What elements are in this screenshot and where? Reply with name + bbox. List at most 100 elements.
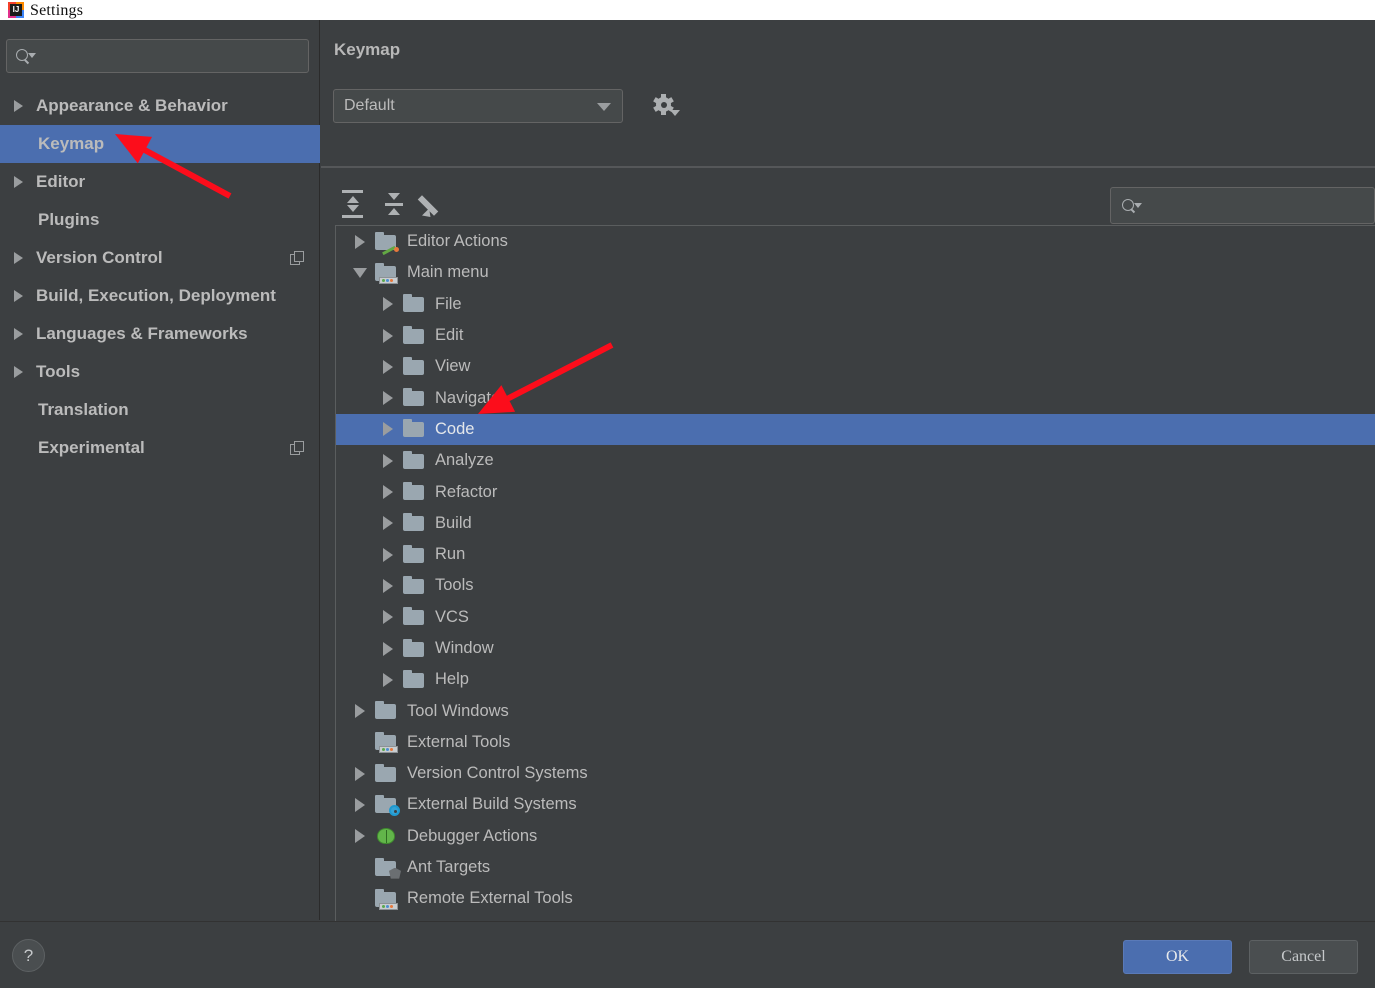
chevron-right-icon[interactable]: [346, 766, 374, 781]
tree-row[interactable]: Code: [336, 413, 1375, 446]
keymap-settings-button[interactable]: [646, 89, 684, 125]
keymap-search-input[interactable]: [1110, 187, 1375, 224]
sidebar-item-build-execution-deployment[interactable]: Build, Execution, Deployment: [0, 277, 320, 315]
chevron-right-icon[interactable]: [374, 422, 402, 437]
tree-row-label: Main menu: [407, 263, 489, 282]
chevron-right-icon[interactable]: [374, 610, 402, 625]
tree-row-label: Refactor: [435, 482, 498, 501]
tree-row[interactable]: Build: [336, 508, 1375, 539]
gear-dropdown-icon: [653, 94, 680, 116]
tree-row-label: Editor Actions: [407, 232, 508, 251]
sidebar-item-languages-frameworks[interactable]: Languages & Frameworks: [0, 315, 320, 353]
expand-all-button[interactable]: [335, 186, 374, 224]
tree-row-label: Help: [435, 670, 469, 689]
tree-row[interactable]: Tools: [336, 570, 1375, 601]
chevron-right-icon: [14, 100, 23, 112]
folder-icon: [402, 513, 428, 533]
tree-row[interactable]: Main menu: [336, 257, 1375, 288]
folder-icon: [402, 294, 428, 314]
tree-row[interactable]: Analyze: [336, 445, 1375, 476]
chevron-right-icon[interactable]: [374, 485, 402, 500]
tree-row[interactable]: External Build Systems: [336, 789, 1375, 820]
folder-icon: [402, 607, 428, 627]
chevron-right-icon[interactable]: [374, 453, 402, 468]
tree-row[interactable]: Help: [336, 664, 1375, 695]
chevron-right-icon[interactable]: [346, 797, 374, 812]
chevron-right-icon[interactable]: [374, 359, 402, 374]
project-scope-icon: [290, 251, 304, 265]
tree-row[interactable]: External Tools: [336, 727, 1375, 758]
cancel-button[interactable]: Cancel: [1249, 940, 1358, 974]
tree-row[interactable]: Editor Actions: [336, 226, 1375, 257]
window-titlebar: IJ Settings: [0, 0, 1375, 20]
tree-row-label: Navigate: [435, 388, 501, 407]
tree-row[interactable]: Tool Windows: [336, 695, 1375, 726]
tree-row-label: File: [435, 294, 462, 313]
folder-icon: [402, 638, 428, 659]
chevron-down-icon[interactable]: [346, 267, 374, 278]
sidebar-item-editor[interactable]: Editor: [0, 163, 320, 201]
sidebar-item-experimental[interactable]: Experimental: [0, 429, 320, 467]
tree-row[interactable]: Remote External Tools: [336, 883, 1375, 914]
tree-row[interactable]: Ant Targets: [336, 852, 1375, 883]
tree-row-label: Run: [435, 545, 466, 564]
chevron-right-icon[interactable]: [346, 234, 374, 249]
chevron-right-icon[interactable]: [374, 547, 402, 562]
folder-edit-icon: [374, 231, 400, 255]
tree-row[interactable]: Run: [336, 539, 1375, 570]
chevron-right-icon[interactable]: [346, 829, 374, 844]
keymap-select[interactable]: Default: [333, 89, 623, 123]
sidebar-item-label: Build, Execution, Deployment: [36, 286, 276, 305]
chevron-right-icon[interactable]: [374, 516, 402, 531]
bug-icon: [374, 826, 400, 846]
folder-icon: [402, 544, 428, 565]
folder-icon: [374, 701, 400, 721]
sidebar-item-translation[interactable]: Translation: [0, 391, 320, 429]
sidebar-item-label: Translation: [38, 400, 129, 419]
tree-row-label: Analyze: [435, 451, 494, 470]
keymap-toolbar: [335, 184, 458, 226]
folder-tools-icon: [374, 888, 400, 910]
tree-row-label: Ant Targets: [407, 858, 491, 877]
tree-row[interactable]: Window: [336, 633, 1375, 664]
tree-row[interactable]: View: [336, 351, 1375, 382]
folder-icon: [402, 482, 428, 502]
ok-button[interactable]: OK: [1123, 940, 1232, 974]
chevron-right-icon[interactable]: [374, 297, 402, 312]
chevron-right-icon[interactable]: [374, 672, 402, 687]
tree-row[interactable]: File: [336, 289, 1375, 320]
tree-row-label: Remote External Tools: [407, 889, 573, 908]
folder-icon: [402, 388, 428, 408]
page-title: Keymap: [334, 40, 401, 59]
chevron-right-icon: [14, 366, 23, 378]
keymap-action-tree[interactable]: Editor Actions Main menu File Edit View Navig…: [335, 225, 1375, 925]
settings-search-input[interactable]: [6, 39, 309, 73]
folder-icon: [402, 575, 428, 596]
tree-row[interactable]: VCS: [336, 602, 1375, 633]
tree-row[interactable]: Edit: [336, 320, 1375, 351]
chevron-right-icon[interactable]: [374, 328, 402, 343]
sidebar-item-label: Languages & Frameworks: [36, 324, 248, 343]
help-button[interactable]: ?: [12, 939, 45, 972]
sidebar-item-label: Experimental: [38, 438, 145, 457]
chevron-down-icon: [597, 103, 611, 111]
tree-row[interactable]: Debugger Actions: [336, 821, 1375, 852]
collapse-all-button[interactable]: [376, 186, 415, 224]
tree-row-label: Tools: [435, 576, 474, 595]
dialog-button-bar: ? OK Cancel: [0, 921, 1375, 988]
tree-row[interactable]: Version Control Systems: [336, 758, 1375, 789]
sidebar-item-tools[interactable]: Tools: [0, 353, 320, 391]
chevron-right-icon[interactable]: [374, 578, 402, 593]
sidebar-item-plugins[interactable]: Plugins: [0, 201, 320, 239]
chevron-right-icon[interactable]: [346, 704, 374, 719]
chevron-right-icon[interactable]: [374, 641, 402, 656]
chevron-right-icon[interactable]: [374, 391, 402, 406]
tree-row[interactable]: Refactor: [336, 476, 1375, 507]
tree-row[interactable]: Navigate: [336, 382, 1375, 413]
sidebar-item-keymap[interactable]: Keymap: [0, 125, 320, 163]
edit-shortcut-button[interactable]: [417, 186, 456, 224]
chevron-right-icon: [14, 290, 23, 302]
sidebar-item-appearance-behavior[interactable]: Appearance & Behavior: [0, 87, 320, 125]
tree-row-label: Window: [435, 639, 494, 657]
sidebar-item-version-control[interactable]: Version Control: [0, 239, 320, 277]
